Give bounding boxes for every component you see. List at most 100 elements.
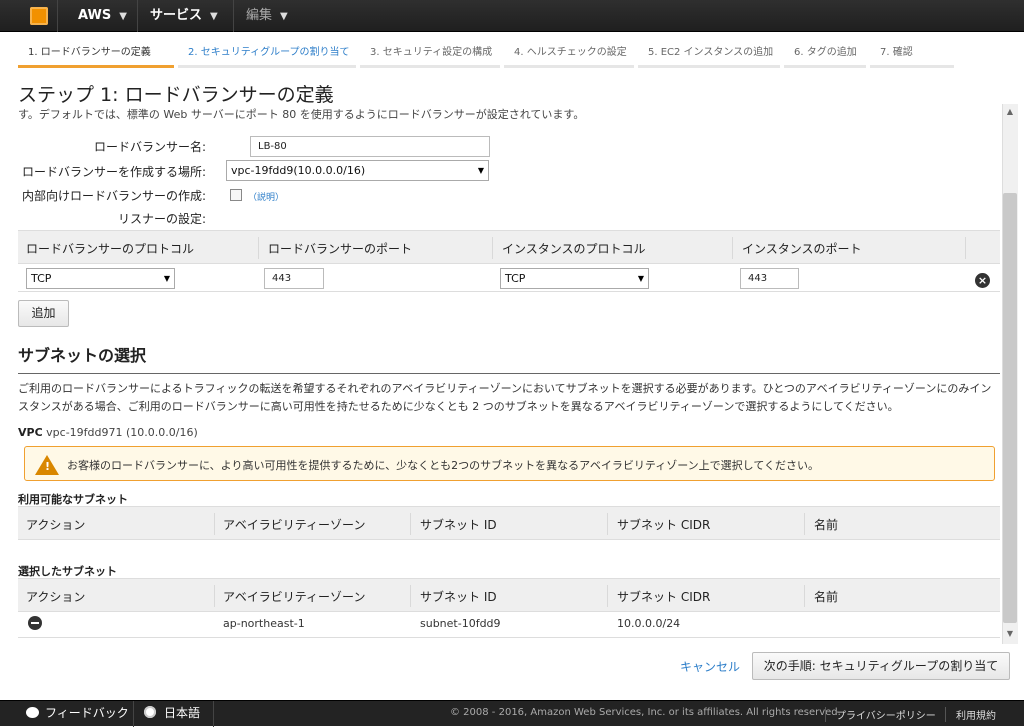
lb-port-input[interactable]: 443 [264,268,324,289]
globe-icon [144,706,156,718]
section-divider [18,373,1000,374]
scrollbar-thumb[interactable] [1003,193,1017,623]
lb-protocol-select[interactable]: TCP ▼ [26,268,175,289]
listener-table-header: ロードバランサーのプロトコル ロードバランサーのポート インスタンスのプロトコル… [18,230,1000,264]
chevron-down-icon: ▼ [280,11,288,22]
column-name: 名前 [814,518,839,532]
internal-lb-checkbox[interactable] [230,189,242,201]
column-subnet-id: サブネット ID [420,590,497,604]
scroll-down-arrow-icon[interactable]: ▼ [1004,628,1016,640]
column-divider [607,585,608,607]
services-menu[interactable]: サービス ▼ [138,0,234,32]
chevron-down-icon: ▼ [637,274,644,283]
chevron-down-icon: ▼ [477,166,484,175]
subnet-section-title: サブネットの選択 [18,346,147,365]
column-divider [492,237,493,259]
column-divider [804,513,805,535]
chevron-down-icon: ▼ [210,11,218,22]
aws-logo[interactable] [8,0,58,32]
instance-port-input[interactable]: 443 [740,268,799,289]
wizard-steps: 1. ロードバランサーの定義 2. セキュリティグループの割り当て 3. セキュ… [14,42,1004,70]
warning-text: お客様のロードバランサーに、より高い可用性を提供するために、少なくとも2つのサブ… [67,459,820,472]
column-divider [410,585,411,607]
column-divider [214,585,215,607]
page-title: ステップ 1: ロードバランサーの定義 [18,84,334,106]
column-lb-protocol: ロードバランサーのプロトコル [26,242,195,256]
step-review[interactable]: 7. 確認 [870,42,954,68]
column-subnet-cidr: サブネット CIDR [617,518,711,532]
available-subnets-header: アクション アベイラビリティーゾーン サブネット ID サブネット CIDR 名… [18,506,1000,540]
page-description: す。デフォルトでは、標準の Web サーバーにポート 80 を使用するようにロー… [18,108,585,121]
subnet-az: ap-northeast-1 [223,617,305,630]
feedback-button[interactable]: フィードバック [0,701,134,727]
step-configure-security-settings[interactable]: 3. セキュリティ設定の構成 [360,42,500,68]
vpc-select-value: vpc-19fdd9(10.0.0.0/16) [231,164,366,177]
lb-name-input[interactable]: LB-80 [250,136,490,157]
column-divider [804,585,805,607]
aws-menu-label: AWS [78,8,112,23]
lb-location-label: ロードバランサーを作成する場所: [21,165,206,179]
internal-lb-help-link[interactable]: （説明） [248,190,284,203]
column-divider [607,513,608,535]
column-instance-protocol: インスタンスのプロトコル [502,242,646,256]
instance-protocol-select[interactable]: TCP ▼ [500,268,649,289]
step-add-ec2-instances[interactable]: 5. EC2 インスタンスの追加 [638,42,780,68]
column-instance-port: インスタンスのポート [742,242,862,256]
available-subnets-label: 利用可能なサブネット [18,493,128,506]
edit-menu-label: 編集 [246,8,273,23]
selected-subnets-header: アクション アベイラビリティーゾーン サブネット ID サブネット CIDR 名… [18,578,1000,612]
language-selector[interactable]: 日本語 [134,701,214,727]
column-divider [965,237,966,259]
column-lb-port: ロードバランサーのポート [268,242,413,256]
lb-name-label: ロードバランサー名: [93,140,206,154]
column-availability-zone: アベイラビリティーゾーン [223,590,366,604]
column-name: 名前 [814,590,839,604]
step-add-tags[interactable]: 6. タグの追加 [784,42,866,68]
speech-bubble-icon [26,707,39,718]
column-divider [732,237,733,259]
top-navigation-bar: AWS ▼ サービス ▼ 編集 ▼ [0,0,1024,32]
column-divider [214,513,215,535]
language-label: 日本語 [164,706,201,720]
add-listener-button[interactable]: 追加 [18,300,69,327]
subnet-description: ご利用のロードバランサーによるトラフィックの転送を希望するそれぞれのアベイラビリ… [18,382,992,413]
step-define-load-balancer[interactable]: 1. ロードバランサーの定義 [18,42,174,68]
vpc-value: vpc-19fdd971 (10.0.0.0/16) [46,426,198,439]
aws-cube-icon [30,7,48,25]
listener-config-label: リスナーの設定: [117,212,206,226]
footer-bar: フィードバック 日本語 © 2008 - 2016, Amazon Web Se… [0,700,1024,727]
subnet-id: subnet-10fdd9 [420,617,501,630]
chevron-down-icon: ▼ [163,274,170,283]
step-assign-security-groups[interactable]: 2. セキュリティグループの割り当て [178,42,356,68]
remove-subnet-icon[interactable] [28,616,42,630]
subnet-cidr: 10.0.0.0/24 [617,617,681,630]
next-step-button[interactable]: 次の手順: セキュリティグループの割り当て [752,652,1010,680]
terms-of-use-link[interactable]: 利用規約 [945,707,996,722]
cancel-link[interactable]: キャンセル [680,658,740,675]
privacy-policy-link[interactable]: プライバシーポリシー [825,707,936,722]
column-availability-zone: アベイラビリティーゾーン [223,518,366,532]
services-menu-label: サービス [150,8,203,23]
column-subnet-cidr: サブネット CIDR [617,590,711,604]
vpc-label: VPC [18,426,43,439]
scroll-up-arrow-icon[interactable]: ▲ [1004,106,1016,118]
warning-box: ! お客様のロードバランサーに、より高い可用性を提供するために、少なくとも2つの… [24,446,995,481]
column-action: アクション [26,590,86,604]
aws-menu[interactable]: AWS ▼ [66,0,138,32]
internal-lb-label: 内部向けロードバランサーの作成: [21,189,206,203]
column-divider [410,513,411,535]
column-action: アクション [26,518,86,532]
warning-icon: ! [35,455,59,475]
edit-menu[interactable]: 編集 ▼ [234,0,298,32]
step-configure-health-check[interactable]: 4. ヘルスチェックの設定 [504,42,634,68]
column-divider [258,237,259,259]
copyright-text: © 2008 - 2016, Amazon Web Services, Inc.… [450,707,841,718]
column-subnet-id: サブネット ID [420,518,497,532]
remove-listener-icon[interactable]: × [975,273,990,288]
vpc-info: VPC vpc-19fdd971 (10.0.0.0/16) [18,426,198,439]
chevron-down-icon: ▼ [119,11,127,22]
instance-protocol-value: TCP [505,272,526,285]
table-row: ap-northeast-1 subnet-10fdd9 10.0.0.0/24 [18,610,1000,638]
vpc-select[interactable]: vpc-19fdd9(10.0.0.0/16) ▼ [226,160,489,181]
lb-protocol-value: TCP [31,272,52,285]
